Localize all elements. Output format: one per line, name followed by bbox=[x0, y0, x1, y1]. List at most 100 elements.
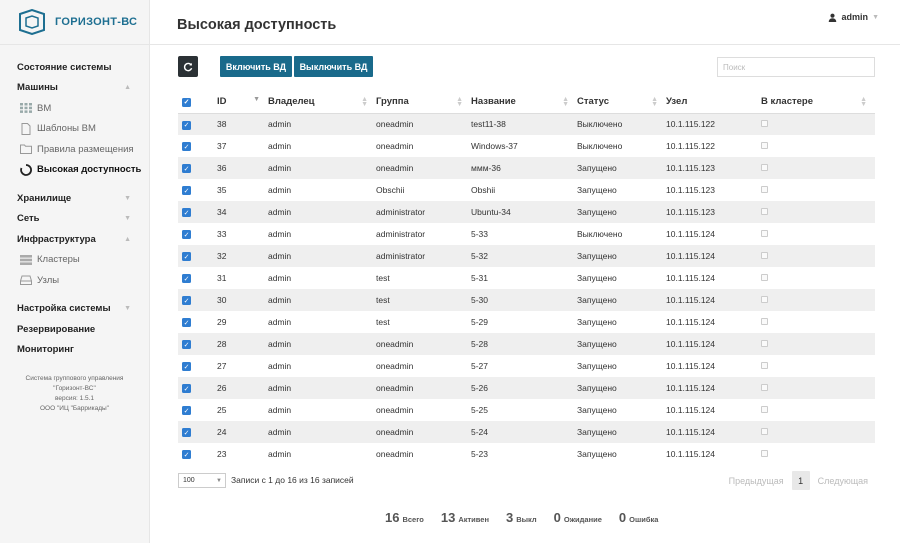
sidebar-item[interactable]: Резервирование bbox=[0, 319, 149, 340]
sidebar-item[interactable]: Настройка системы ▼ bbox=[0, 299, 149, 320]
sidebar-item-label: Кластеры bbox=[37, 254, 80, 266]
column-header[interactable]: Группа ▲ ▼ bbox=[376, 91, 471, 114]
table-row[interactable]: ✓ 29 admin test 5-29 Запущено 10.1.115.124 bbox=[178, 311, 875, 333]
sidebar-item[interactable]: Состояние системы bbox=[0, 57, 149, 78]
row-checkbox[interactable]: ✓ bbox=[182, 384, 191, 394]
row-checkbox[interactable]: ✓ bbox=[182, 406, 191, 416]
logo[interactable]: ГОРИЗОНТ-ВС bbox=[0, 0, 149, 45]
table-row[interactable]: ✓ 31 admin test 5-31 Запущено 10.1.115.124 bbox=[178, 267, 875, 289]
table-row[interactable]: ✓ 28 admin oneadmin 5-28 Запущено 10.1.115.124 bbox=[178, 333, 875, 355]
in-cluster-checkbox[interactable] bbox=[761, 186, 768, 193]
in-cluster-checkbox[interactable] bbox=[761, 208, 768, 215]
refresh-button[interactable] bbox=[178, 56, 198, 77]
prev-page-button[interactable]: Предыдущая bbox=[729, 476, 784, 486]
sidebar-subitem[interactable]: ВМ bbox=[0, 98, 149, 119]
table-row[interactable]: ✓ 36 admin oneadmin ммм-36 Запущено 10.1.115.1… bbox=[178, 157, 875, 179]
table-row[interactable]: ✓ 34 admin administrator Ubuntu-34 Запущено 10… bbox=[178, 201, 875, 223]
in-cluster-checkbox[interactable] bbox=[761, 428, 768, 435]
table-row[interactable]: ✓ 38 admin oneadmin test11-38 Выключено 10.1.1… bbox=[178, 113, 875, 135]
disable-ha-button[interactable]: Выключить ВД bbox=[294, 56, 373, 77]
in-cluster-checkbox[interactable] bbox=[761, 120, 768, 128]
table-row[interactable]: ✓ 32 admin administrator 5-32 Запущено 10.1.11… bbox=[178, 245, 875, 267]
sidebar-subitem[interactable]: Правила размещения bbox=[0, 139, 149, 160]
select-all-checkbox[interactable]: ✓ bbox=[182, 97, 191, 107]
sidebar-item[interactable]: Инфраструктура ▲ bbox=[0, 229, 149, 250]
caret-down-icon: ▼ bbox=[872, 13, 879, 21]
in-cluster-cell bbox=[761, 421, 875, 443]
table-cell: 32 bbox=[217, 245, 268, 267]
row-checkbox[interactable]: ✓ bbox=[182, 120, 191, 130]
table-cell: test bbox=[376, 273, 390, 283]
in-cluster-checkbox[interactable] bbox=[761, 142, 768, 149]
row-checkbox[interactable]: ✓ bbox=[182, 208, 191, 218]
row-checkbox[interactable]: ✓ bbox=[182, 274, 191, 284]
in-cluster-checkbox[interactable] bbox=[761, 340, 768, 347]
table-row[interactable]: ✓ 23 admin oneadmin 5-23 Запущено 10.1.115.124 bbox=[178, 443, 875, 465]
sort-icon: ▲ ▼ bbox=[860, 96, 867, 108]
in-cluster-checkbox[interactable] bbox=[761, 230, 768, 237]
sidebar-subitem[interactable]: Шаблоны ВМ bbox=[0, 119, 149, 140]
stat-count: 0 bbox=[553, 510, 561, 525]
table-cell: 25 bbox=[217, 405, 227, 415]
table-row[interactable]: ✓ 35 admin Obschii Obshii Запущено 10.1.115.12… bbox=[178, 179, 875, 201]
stat-count: 16 bbox=[385, 510, 400, 525]
table-cell: 10.1.115.124 bbox=[666, 377, 761, 399]
sidebar-subitem[interactable]: Кластеры bbox=[0, 250, 149, 271]
in-cluster-checkbox[interactable] bbox=[761, 406, 768, 413]
table-row[interactable]: ✓ 33 admin administrator 5-33 Выключено 10.1.1… bbox=[178, 223, 875, 245]
table-row[interactable]: ✓ 25 admin oneadmin 5-25 Запущено 10.1.115.124 bbox=[178, 399, 875, 421]
table-row[interactable]: ✓ 24 admin oneadmin 5-24 Запущено 10.1.115.124 bbox=[178, 421, 875, 443]
in-cluster-checkbox[interactable] bbox=[761, 450, 768, 457]
in-cluster-checkbox[interactable] bbox=[761, 318, 768, 325]
current-page-button[interactable]: 1 bbox=[791, 471, 810, 490]
next-page-button[interactable]: Следующая bbox=[818, 476, 868, 486]
in-cluster-cell bbox=[761, 201, 875, 223]
table-row[interactable]: ✓ 27 admin oneadmin 5-27 Запущено 10.1.115.124 bbox=[178, 355, 875, 377]
row-checkbox[interactable]: ✓ bbox=[182, 340, 191, 350]
row-checkbox[interactable]: ✓ bbox=[182, 428, 191, 438]
sort-icon: ▲ ▼ bbox=[361, 96, 368, 108]
column-header[interactable]: Узел bbox=[666, 91, 761, 114]
sidebar-item[interactable]: Мониторинг bbox=[0, 340, 149, 361]
stat-label: Всего bbox=[402, 515, 424, 524]
table-cell: Windows-37 bbox=[471, 141, 518, 151]
in-cluster-checkbox[interactable] bbox=[761, 362, 768, 369]
sidebar-subitem[interactable]: Узлы bbox=[0, 270, 149, 291]
row-checkbox[interactable]: ✓ bbox=[182, 318, 191, 328]
sidebar-item[interactable]: Хранилище ▼ bbox=[0, 188, 149, 209]
enable-ha-button[interactable]: Включить ВД bbox=[220, 56, 292, 77]
sidebar-item[interactable]: Сеть ▼ bbox=[0, 209, 149, 230]
row-checkbox[interactable]: ✓ bbox=[182, 164, 191, 174]
in-cluster-cell bbox=[761, 311, 875, 333]
in-cluster-checkbox[interactable] bbox=[761, 296, 768, 303]
table-cell: administrator bbox=[376, 229, 426, 239]
row-checkbox[interactable]: ✓ bbox=[182, 450, 191, 460]
in-cluster-checkbox[interactable] bbox=[761, 384, 768, 391]
table-row[interactable]: ✓ 26 admin oneadmin 5-26 Запущено 10.1.115.124 bbox=[178, 377, 875, 399]
refresh-icon bbox=[183, 62, 193, 71]
in-cluster-checkbox[interactable] bbox=[761, 164, 768, 171]
column-header[interactable]: В кластере ▲ ▼ bbox=[761, 91, 875, 114]
column-header[interactable]: Владелец ▲ ▼ bbox=[268, 91, 376, 114]
table-row[interactable]: ✓ 37 admin oneadmin Windows-37 Выключено 10.1.… bbox=[178, 135, 875, 157]
user-name: admin bbox=[841, 12, 869, 22]
row-checkbox[interactable]: ✓ bbox=[182, 362, 191, 372]
sidebar-subitem[interactable]: Высокая доступность bbox=[0, 160, 149, 181]
row-checkbox[interactable]: ✓ bbox=[182, 296, 191, 306]
sidebar-item-label: Сеть bbox=[17, 213, 40, 225]
column-header[interactable]: Название ▲ ▼ bbox=[471, 91, 577, 114]
row-checkbox[interactable]: ✓ bbox=[182, 230, 191, 240]
column-header[interactable]: ID ▼ bbox=[217, 91, 268, 114]
table-row[interactable]: ✓ 30 admin test 5-30 Запущено 10.1.115.124 bbox=[178, 289, 875, 311]
page-size-select[interactable]: 100 ▼ bbox=[178, 473, 226, 488]
in-cluster-checkbox[interactable] bbox=[761, 252, 768, 259]
sidebar-item[interactable]: Машины ▲ bbox=[0, 78, 149, 99]
row-checkbox[interactable]: ✓ bbox=[182, 186, 191, 196]
in-cluster-checkbox[interactable] bbox=[761, 274, 768, 281]
row-checkbox[interactable]: ✓ bbox=[182, 252, 191, 262]
column-header[interactable]: Статус ▲ ▼ bbox=[577, 91, 666, 114]
table-cell: Запущено bbox=[577, 361, 617, 371]
search-input[interactable] bbox=[717, 57, 875, 77]
row-checkbox[interactable]: ✓ bbox=[182, 142, 191, 152]
user-menu[interactable]: admin ▼ bbox=[828, 12, 879, 22]
